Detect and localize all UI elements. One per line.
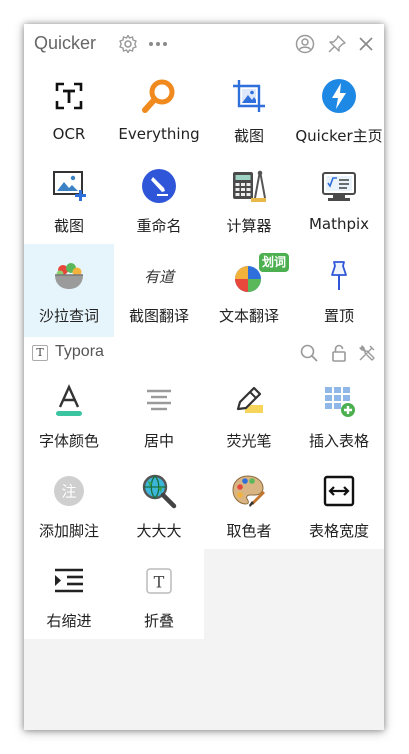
salad-icon [55,263,83,289]
insert-table-icon [325,387,355,417]
action-label: 截图 [233,127,264,145]
footnote-icon: 注 [54,476,84,506]
more-icon[interactable] [148,34,168,54]
table-width-icon [323,475,355,507]
action-quicker-home[interactable]: Quicker主页 [294,64,384,154]
action-label: 置顶 [323,307,354,325]
action-text-translate[interactable]: 划词 文本翻译 [204,244,294,334]
action-table-width[interactable]: 表格宽度 [294,459,384,549]
search-icon[interactable] [299,343,319,363]
action-label: Mathpix [308,215,370,233]
lock-icon[interactable] [329,343,349,363]
highlighter-icon [236,386,263,413]
footnote-glyph: 注 [61,483,76,501]
magnifier-icon [142,79,175,113]
pin-icon[interactable] [327,34,347,54]
action-screenshot[interactable]: 截图 [204,64,294,154]
pushpin-icon [331,261,347,290]
lightning-icon [322,79,356,113]
action-label: 截图翻译 [128,307,189,325]
action-label: 文本翻译 [218,307,279,325]
action-label: 添加脚注 [38,522,99,540]
user-icon[interactable] [295,34,315,54]
action-grid-typora-extra: 右缩进 T 折叠 [24,549,204,639]
action-label: 计算器 [226,217,272,235]
action-highlighter[interactable]: 荧光笔 [204,369,294,459]
action-label: 插入表格 [308,432,369,450]
action-calculator[interactable]: 计算器 [204,154,294,244]
quicker-window: Quicker OCR Everything 截图 Quicker主页 截图 重… [24,24,384,730]
indent-right-icon [55,568,83,593]
action-indent-right[interactable]: 右缩进 [24,549,114,639]
action-align-center[interactable]: 居中 [114,369,204,459]
action-label: 折叠 [143,612,174,630]
action-label: 截图 [53,217,84,235]
youdao-icon: 有道 [144,268,176,286]
screenshot-add-icon [53,171,86,201]
action-font-color[interactable]: 字体颜色 [24,369,114,459]
palette-icon [232,475,265,507]
action-label: 荧光笔 [226,432,272,450]
action-screenshot-translate[interactable]: 有道 截图翻译 [114,244,204,334]
font-color-icon [56,384,82,416]
action-grid-typora: 字体颜色 居中 荧光笔 插入表格 注 添加脚注 大大大 取色者 表格宽度 [24,369,384,549]
action-label: Quicker主页 [295,127,383,145]
action-mathpix[interactable]: Mathpix [294,154,384,244]
close-icon[interactable] [356,34,376,54]
calculator-icon [233,170,266,202]
action-label: Everything [118,125,200,143]
fold-icon: T [146,568,172,594]
tools-icon[interactable] [357,343,377,363]
action-label: 大大大 [136,522,182,540]
action-insert-table[interactable]: 插入表格 [294,369,384,459]
action-label: 居中 [143,432,174,450]
screenshot-icon [233,80,265,112]
action-everything[interactable]: Everything [114,64,204,154]
section-header-typora: T Typora [24,337,384,369]
gear-icon[interactable] [118,34,138,54]
mathpix-icon [322,172,356,201]
action-add-footnote[interactable]: 注 添加脚注 [24,459,114,549]
action-ocr[interactable]: OCR [24,64,114,154]
action-label: 取色者 [226,522,272,540]
action-color-picker[interactable]: 取色者 [204,459,294,549]
rename-pen-icon [142,169,176,203]
action-label: 字体颜色 [38,432,99,450]
fold-glyph: T [154,573,165,592]
action-label: 重命名 [136,217,182,235]
globe-magnifier-icon [142,474,177,509]
title-bar: Quicker [24,24,384,64]
typora-badge-icon: T [32,345,48,361]
action-label: 右缩进 [46,612,92,630]
translate-badge: 划词 [259,253,289,272]
action-label: 表格宽度 [308,522,369,540]
action-screenshot-2[interactable]: 截图 [24,154,114,244]
svg-text:有道: 有道 [144,268,176,286]
action-label: 沙拉查词 [38,307,99,325]
action-label: OCR [52,125,86,143]
action-dadada[interactable]: 大大大 [114,459,204,549]
action-grid-main: OCR Everything 截图 Quicker主页 截图 重命名 计算器 M… [24,64,384,337]
action-pin-top[interactable]: 置顶 [294,244,384,334]
align-center-icon [147,389,171,411]
window-title: Quicker [34,33,97,53]
action-rename[interactable]: 重命名 [114,154,204,244]
ocr-scan-icon [55,82,83,110]
action-salad-dict[interactable]: 沙拉查词 [24,244,114,337]
action-fold[interactable]: T 折叠 [114,549,204,639]
section-title: Typora [55,343,104,360]
